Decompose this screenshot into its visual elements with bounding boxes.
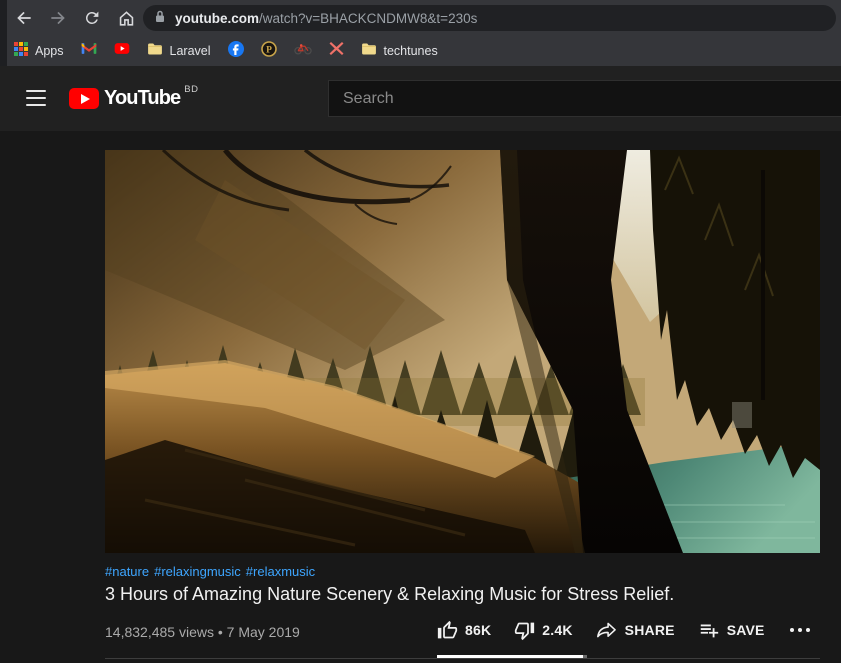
- search-input[interactable]: [329, 81, 841, 116]
- youtube-header: YouTube BD: [0, 66, 841, 131]
- like-ratio-bar: [437, 655, 587, 658]
- svg-text:P: P: [266, 45, 272, 55]
- home-icon[interactable]: [114, 6, 138, 30]
- bookmark-facebook[interactable]: [227, 40, 244, 62]
- youtube-logo[interactable]: YouTube BD: [69, 84, 199, 111]
- bookmark-p-badge[interactable]: P: [260, 40, 277, 62]
- video-title: 3 Hours of Amazing Nature Scenery & Rela…: [105, 584, 675, 604]
- bookmarks-bar: Apps Laravel P techtunes: [0, 36, 841, 66]
- folder-icon: [361, 42, 377, 61]
- apps-grid-icon: [14, 41, 28, 61]
- youtube-country-badge: BD: [184, 84, 199, 95]
- search-box: [328, 80, 841, 117]
- dislike-button[interactable]: 2.4K: [514, 620, 572, 641]
- youtube-logo-icon: [69, 88, 99, 109]
- save-button[interactable]: SAVE: [698, 619, 765, 641]
- bookmark-laravel-folder[interactable]: Laravel: [147, 42, 211, 61]
- bookmark-label: techtunes: [383, 44, 438, 58]
- section-divider: [105, 658, 820, 659]
- bike-icon: [293, 42, 312, 60]
- bookmark-apps[interactable]: Apps: [14, 41, 64, 61]
- hashtag-link[interactable]: #nature: [105, 564, 149, 579]
- share-button[interactable]: SHARE: [596, 619, 675, 641]
- bookmark-label: Apps: [35, 44, 64, 58]
- window-edge: [0, 0, 7, 66]
- forward-icon[interactable]: [46, 6, 70, 30]
- youtube-wordmark: YouTube: [104, 87, 181, 109]
- bookmark-bike[interactable]: [293, 42, 312, 60]
- bookmark-youtube[interactable]: [114, 42, 130, 60]
- hashtag-links: #nature #relaxingmusic #relaxmusic: [105, 564, 320, 579]
- address-bar[interactable]: youtube.com/watch?v=BHACKCNDMW8&t=230s: [143, 5, 836, 31]
- gmail-icon: [81, 42, 97, 60]
- url-path: /watch?v=BHACKCNDMW8&t=230s: [259, 10, 478, 26]
- bookmark-label: Laravel: [169, 44, 211, 58]
- folder-icon: [147, 42, 163, 61]
- share-icon: [596, 619, 618, 641]
- thumbs-up-icon: [437, 620, 458, 641]
- like-button[interactable]: 86K: [437, 620, 491, 641]
- save-label: SAVE: [726, 622, 765, 638]
- share-label: SHARE: [624, 622, 675, 638]
- video-scene: [105, 150, 820, 553]
- video-actions: 86K 2.4K SHARE SAVE: [437, 619, 812, 641]
- facebook-icon: [227, 40, 244, 62]
- hashtag-link[interactable]: #relaxingmusic: [154, 564, 241, 579]
- bookmark-techtunes-folder[interactable]: techtunes: [361, 42, 438, 61]
- like-ratio-fill: [437, 655, 583, 658]
- hashtag-link[interactable]: #relaxmusic: [246, 564, 315, 579]
- back-icon[interactable]: [12, 6, 36, 30]
- x-logo-icon: [329, 41, 344, 61]
- bookmark-x-logo[interactable]: [329, 41, 344, 61]
- browser-toolbar: youtube.com/watch?v=BHACKCNDMW8&t=230s: [0, 0, 841, 36]
- video-player[interactable]: [105, 150, 820, 553]
- p-badge-icon: P: [260, 40, 277, 62]
- like-count: 86K: [465, 622, 492, 638]
- more-icon[interactable]: [788, 622, 812, 638]
- bookmark-gmail[interactable]: [81, 42, 97, 60]
- refresh-icon[interactable]: [80, 6, 104, 30]
- dislike-count: 2.4K: [542, 622, 573, 638]
- lock-icon: [154, 10, 166, 27]
- youtube-bookmark-icon: [114, 42, 130, 60]
- save-icon: [698, 619, 720, 641]
- url-host: youtube.com: [175, 10, 260, 26]
- thumbs-down-icon: [514, 620, 535, 641]
- video-stats: 14,832,485 views • 7 May 2019: [105, 624, 300, 640]
- menu-icon[interactable]: [26, 90, 46, 106]
